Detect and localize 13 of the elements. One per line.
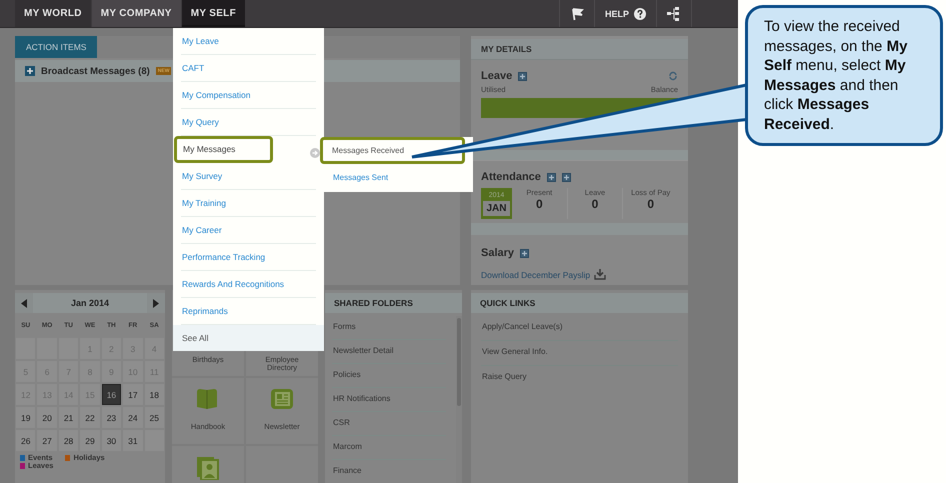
- stat-value: 0: [536, 197, 543, 211]
- row-label: Broadcast Messages (8): [41, 66, 150, 76]
- date-month: JAN: [483, 201, 510, 216]
- callout-text: To view the received messages, on the My Self menu, select My Messages and then click Messages Received.: [745, 5, 943, 146]
- section-title: Attendance: [481, 171, 541, 183]
- stat-value: 0: [592, 197, 598, 211]
- panel-title: SHARED FOLDERS: [325, 293, 462, 313]
- section-title: Leave: [481, 70, 512, 82]
- panel-title: MY DETAILS: [471, 39, 688, 60]
- month-title: Jan 2014: [70, 297, 110, 310]
- section-title: Salary: [481, 247, 514, 259]
- stat-value: 0: [647, 197, 654, 211]
- panel-title: QUICK LINKS: [471, 293, 688, 313]
